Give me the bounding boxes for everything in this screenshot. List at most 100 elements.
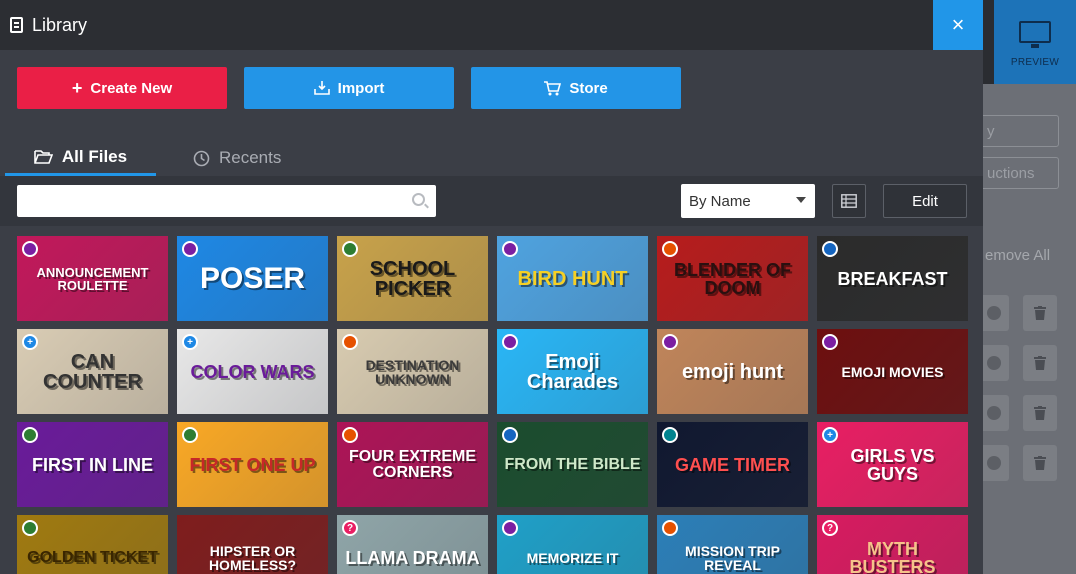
tile-badge-icon [502, 241, 518, 257]
trash-button[interactable] [1023, 295, 1057, 331]
background-list-row [983, 395, 1076, 431]
library-tile[interactable]: FIRST ONE UP [177, 422, 328, 507]
library-tile-title: DESTINATION UNKNOWN [365, 356, 460, 387]
cart-icon [544, 80, 562, 95]
search-input[interactable] [17, 185, 436, 217]
library-tile-title: BREAKFAST [837, 268, 948, 289]
create-new-button[interactable]: + Create New [17, 67, 227, 109]
edit-button[interactable]: Edit [883, 184, 967, 218]
library-tile-title: MISSION TRIP REVEAL [685, 542, 780, 573]
library-tile[interactable]: MISSION TRIP REVEAL [657, 515, 808, 574]
library-tile-title: BIRD HUNT [517, 267, 628, 290]
library-tile-title: HIPSTER OR HOMELESS? [208, 542, 297, 573]
background-button-2-label: uctions [987, 164, 1035, 182]
tab-recents[interactable]: Recents [193, 140, 281, 176]
trash-button[interactable] [1023, 345, 1057, 381]
record-icon[interactable] [983, 295, 1009, 331]
create-new-label: Create New [90, 79, 173, 97]
library-tile[interactable]: FIRST IN LINE [17, 422, 168, 507]
trash-button[interactable] [1023, 395, 1057, 431]
chevron-down-icon [796, 197, 806, 203]
search-icon [412, 193, 425, 206]
library-tile-title: EMOJI MOVIES [841, 363, 944, 380]
trash-icon [1034, 406, 1046, 420]
library-tile[interactable]: BREAKFAST [817, 236, 968, 321]
library-tile[interactable]: Emoji Charades [497, 329, 648, 414]
import-label: Import [337, 79, 385, 97]
background-list-row [983, 295, 1076, 331]
library-tile[interactable]: ANNOUNCEMENT ROULETTE [17, 236, 168, 321]
library-tile-title: GAME TIMER [675, 454, 790, 475]
library-tile[interactable]: MEMORIZE IT [497, 515, 648, 574]
tile-badge-icon [182, 241, 198, 257]
library-tile-title: MYTH BUSTERS [849, 538, 936, 574]
tile-badge-icon: ? [342, 520, 358, 536]
library-tile-title: emoji hunt [681, 360, 784, 383]
tab-recents-label: Recents [219, 148, 282, 167]
background-list-row [983, 445, 1076, 481]
tile-badge-icon [662, 520, 678, 536]
library-tile[interactable]: MYTH BUSTERS? [817, 515, 968, 574]
record-icon[interactable] [983, 445, 1009, 481]
library-tile[interactable]: FROM THE BIBLE [497, 422, 648, 507]
library-tile[interactable]: POSER [177, 236, 328, 321]
tile-badge-icon [342, 241, 358, 257]
tile-badge-icon [662, 241, 678, 257]
library-tile[interactable]: LLAMA DRAMA? [337, 515, 488, 574]
close-icon: × [951, 12, 965, 37]
library-tile-title: POSER [199, 261, 306, 295]
trash-icon [1034, 456, 1046, 470]
trash-button[interactable] [1023, 445, 1057, 481]
library-tile[interactable]: GOLDEN TICKET [17, 515, 168, 574]
library-tile[interactable]: BIRD HUNT [497, 236, 648, 321]
library-tile-title: SCHOOL PICKER [369, 257, 456, 300]
sort-select[interactable]: By Name [681, 184, 815, 218]
library-tile[interactable]: HIPSTER OR HOMELESS? [177, 515, 328, 574]
record-icon[interactable] [983, 345, 1009, 381]
tile-badge-icon [662, 334, 678, 350]
library-tile-title: ANNOUNCEMENT ROULETTE [36, 264, 149, 293]
tile-badge-icon: + [22, 334, 38, 350]
tile-badge-icon: + [822, 427, 838, 443]
plus-icon: + [71, 77, 83, 98]
library-tile[interactable]: EMOJI MOVIES [817, 329, 968, 414]
close-button[interactable]: × [933, 0, 983, 50]
tile-badge-icon [822, 241, 838, 257]
preview-button[interactable]: PREVIEW [994, 0, 1076, 84]
list-view-icon [841, 194, 857, 208]
remove-all-button[interactable]: emove All [983, 240, 1076, 270]
list-view-button[interactable] [832, 184, 866, 218]
library-tile-title: LLAMA DRAMA [345, 547, 480, 568]
tile-badge-icon [822, 334, 838, 350]
library-tabs: All Files Recents [0, 140, 983, 176]
library-tile[interactable]: emoji hunt [657, 329, 808, 414]
clock-icon [193, 150, 210, 166]
library-tile-title: BLENDER OF DOOM [674, 259, 791, 298]
background-list-row [983, 345, 1076, 381]
store-label: Store [569, 79, 608, 97]
store-button[interactable]: Store [471, 67, 681, 109]
tile-badge-icon [22, 427, 38, 443]
import-icon [313, 81, 330, 95]
tab-all-files-label: All Files [61, 146, 128, 166]
trash-icon [1034, 306, 1046, 320]
library-tile[interactable]: BLENDER OF DOOM [657, 236, 808, 321]
library-tile[interactable]: DESTINATION UNKNOWN [337, 329, 488, 414]
library-tile[interactable]: COLOR WARS + [177, 329, 328, 414]
tile-badge-icon [22, 520, 38, 536]
tile-badge-icon [502, 427, 518, 443]
library-tile[interactable]: FOUR EXTREME CORNERS [337, 422, 488, 507]
library-tile[interactable]: CAN COUNTER + [17, 329, 168, 414]
library-tile[interactable]: SCHOOL PICKER [337, 236, 488, 321]
library-tile[interactable]: GAME TIMER [657, 422, 808, 507]
tile-badge-icon: ? [822, 520, 838, 536]
record-icon[interactable] [983, 395, 1009, 431]
tile-badge-icon [662, 427, 678, 443]
import-button[interactable]: Import [244, 67, 454, 109]
tab-all-files[interactable]: All Files [5, 140, 156, 176]
library-tile[interactable]: GIRLS VS GUYS + [817, 422, 968, 507]
library-tile-title: MEMORIZE IT [526, 549, 619, 566]
library-tile-title: FIRST ONE UP [189, 454, 316, 475]
edit-button-label: Edit [912, 192, 938, 210]
modal-title: Library [10, 15, 87, 36]
